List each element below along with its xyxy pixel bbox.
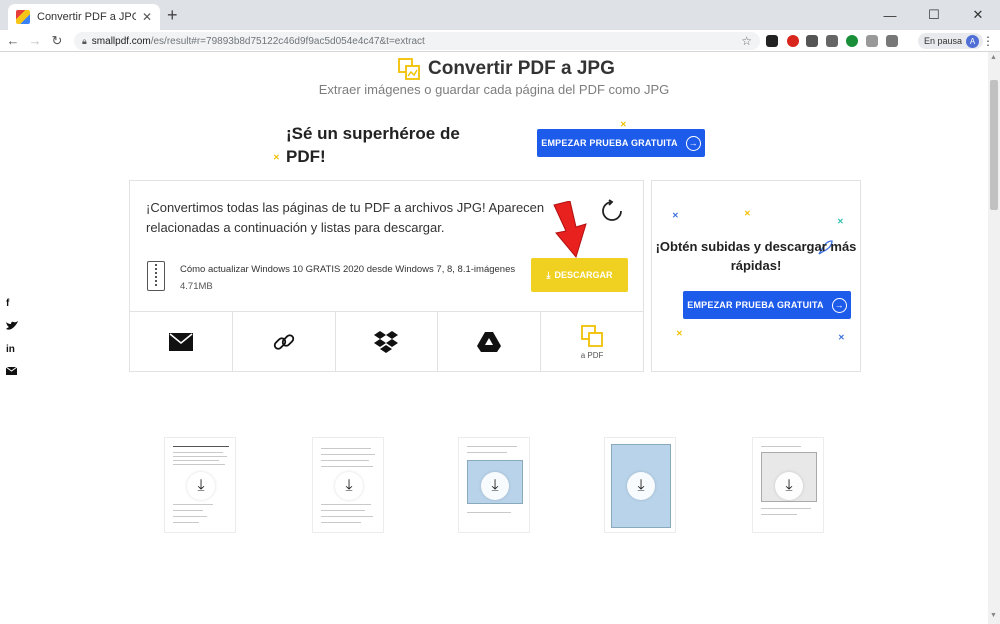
start-trial-button[interactable]: EMPEZAR PRUEBA GRATUITA →	[537, 129, 705, 157]
arrow-right-icon: →	[685, 135, 701, 151]
start-over-icon[interactable]	[600, 199, 624, 223]
start-trial-label: EMPEZAR PRUEBA GRATUITA	[541, 138, 678, 148]
avatar: A	[966, 34, 980, 48]
new-tab-button[interactable]: +	[167, 6, 178, 24]
extension-icon[interactable]	[846, 35, 858, 47]
sparkle-icon: ✕	[620, 120, 627, 129]
smallpdf-favicon-icon	[16, 10, 30, 24]
sparkle-icon: ✕	[837, 217, 844, 226]
email-icon	[168, 333, 193, 351]
download-button[interactable]: ⤓ DESCARGAR	[531, 258, 628, 292]
to-pdf-icon	[581, 324, 603, 347]
thumbnail-download-icon[interactable]: ⤓	[481, 472, 509, 500]
thumbnail-download-icon[interactable]: ⤓	[775, 472, 803, 500]
share-options: a PDF	[130, 311, 643, 372]
dropbox-icon	[374, 331, 399, 353]
side-start-trial-label: EMPEZAR PRUEBA GRATUITA	[687, 300, 824, 310]
lock-icon: 🔒︎	[82, 35, 87, 46]
download-icon: ⤓	[546, 269, 551, 280]
scroll-thumb[interactable]	[990, 80, 998, 210]
file-size: 4.71MB	[180, 281, 213, 292]
twitter-icon[interactable]	[6, 321, 20, 344]
download-label: DESCARGAR	[554, 270, 613, 280]
extension-icon[interactable]	[766, 35, 778, 47]
sparkle-icon: ✕	[273, 153, 280, 162]
google-drive-icon	[477, 332, 502, 352]
scroll-up-icon[interactable]: ▲	[990, 54, 997, 61]
page-title: Convertir PDF a JPG	[428, 58, 615, 79]
convert-to-pdf-button[interactable]: a PDF	[541, 312, 643, 372]
page-thumbnail[interactable]: ⤓	[752, 437, 824, 533]
url-host: smallpdf.com	[91, 35, 151, 47]
zip-file-icon	[147, 261, 165, 291]
sparkle-icon: ✕	[744, 209, 751, 218]
social-share-bar: f in	[5, 298, 20, 390]
sparkle-icon: ✕	[672, 211, 679, 220]
profile-chip[interactable]: En pausa A	[918, 33, 984, 49]
maximize-button[interactable]: ☐	[912, 0, 956, 30]
page-thumbnail[interactable]: ⤓	[164, 437, 236, 533]
tab-title: Convertir PDF a JPG – Convierte	[37, 11, 136, 23]
close-window-button[interactable]: ✕	[956, 0, 1000, 30]
close-tab-icon[interactable]: ✕	[142, 10, 152, 24]
result-card: ¡Convertimos todas las páginas de tu PDF…	[129, 180, 644, 372]
promo-text: ¡Sé un superhéroe de PDF!	[286, 124, 460, 166]
thumbnail-download-icon[interactable]: ⤓	[335, 472, 363, 500]
result-message: ¡Convertimos todas las páginas de tu PDF…	[146, 200, 545, 235]
extension-icon[interactable]	[866, 35, 878, 47]
share-email-button[interactable]	[130, 312, 233, 372]
extension-icon[interactable]	[886, 35, 898, 47]
side-start-trial-button[interactable]: EMPEZAR PRUEBA GRATUITA →	[683, 291, 851, 319]
profile-status: En pausa	[924, 36, 963, 46]
forward-button[interactable]: →	[26, 33, 44, 48]
sparkle-icon: ✕	[838, 333, 845, 342]
browser-menu-icon[interactable]: ⋮	[982, 34, 994, 48]
to-pdf-label: a PDF	[580, 350, 604, 360]
tab-strip: Convertir PDF a JPG – Convierte ✕ + — ☐ …	[0, 0, 1000, 30]
page-thumbnail[interactable]: ⤓	[604, 437, 676, 533]
back-button[interactable]: ←	[4, 33, 22, 48]
url-path: /es/result#r=79893b8d75122c46d9f9ac5d054…	[150, 35, 425, 47]
extension-icon[interactable]	[787, 35, 799, 47]
page-scrollbar[interactable]: ▲ ▼	[988, 52, 1000, 624]
linkedin-icon[interactable]: in	[6, 344, 20, 367]
scroll-down-icon[interactable]: ▼	[990, 612, 997, 619]
bookmark-star-icon[interactable]: ☆	[741, 34, 752, 48]
side-promo-title: ¡Obtén subidas y descargar más rápidas!	[655, 239, 857, 273]
side-promo-card: ✕ ✕ ✕ ✕ ✕ ¡Obtén subidas y descargar más…	[651, 180, 861, 372]
facebook-icon[interactable]: f	[6, 298, 20, 321]
page-content: Convertir PDF a JPG Extraer imágenes o g…	[0, 52, 988, 624]
pdf-to-jpg-icon	[398, 58, 420, 80]
save-google-drive-button[interactable]	[438, 312, 542, 372]
extension-icon[interactable]	[826, 35, 838, 47]
page-thumbnail[interactable]: ⤓	[458, 437, 530, 533]
save-dropbox-button[interactable]	[336, 312, 439, 372]
page-subtitle: Extraer imágenes o guardar cada página d…	[318, 82, 670, 97]
address-bar[interactable]: 🔒︎ smallpdf.com /es/result#r=79893b8d751…	[74, 32, 760, 50]
red-pointer-arrow-icon	[553, 201, 587, 259]
mail-share-icon[interactable]	[5, 366, 20, 390]
minimize-button[interactable]: —	[868, 0, 912, 30]
link-icon	[273, 334, 294, 350]
thumbnail-download-icon[interactable]: ⤓	[627, 472, 655, 500]
thumbnail-download-icon[interactable]: ⤓	[187, 472, 215, 500]
page-thumbnail[interactable]: ⤓	[312, 437, 384, 533]
reload-button[interactable]: ↻	[48, 33, 66, 49]
file-name: Cómo actualizar Windows 10 GRATIS 2020 d…	[180, 264, 516, 275]
arrow-right-icon: →	[831, 297, 847, 313]
share-link-button[interactable]	[233, 312, 336, 372]
sparkle-icon: ✕	[676, 329, 683, 338]
extension-icon[interactable]	[806, 35, 818, 47]
browser-tab[interactable]: Convertir PDF a JPG – Convierte ✕	[8, 4, 160, 30]
page-title-wrap: Convertir PDF a JPG	[398, 58, 615, 80]
